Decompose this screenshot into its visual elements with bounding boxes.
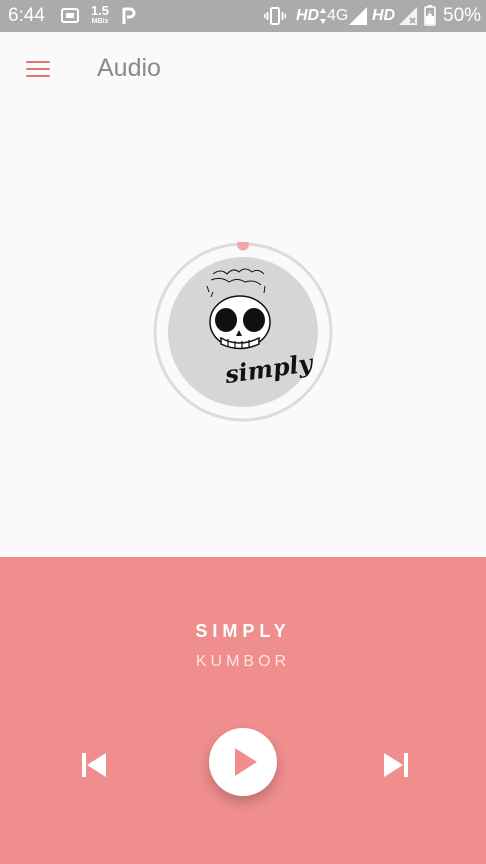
page-title: Audio xyxy=(97,54,161,82)
play-button[interactable] xyxy=(209,728,277,796)
track-artist: KUMBOR xyxy=(195,653,291,670)
previous-button[interactable] xyxy=(74,745,114,785)
parking-icon xyxy=(122,7,136,24)
player-panel: SIMPLY KUMBOR xyxy=(0,557,486,864)
hd-label-2: HD xyxy=(372,7,396,24)
network-type: 4G xyxy=(327,7,349,24)
skip-next-icon xyxy=(384,753,408,777)
status-time: 6:44 xyxy=(8,5,45,26)
progress-ring: simply xyxy=(153,238,333,422)
app-bar: Audio xyxy=(0,32,486,110)
network-speed-unit: MB/s xyxy=(91,18,109,25)
hd-label-1: HD xyxy=(296,7,320,24)
data-arrows-icon xyxy=(320,8,326,24)
screen-icon xyxy=(61,8,79,23)
play-icon xyxy=(235,748,257,776)
hamburger-menu-icon[interactable] xyxy=(18,50,58,90)
network-speed: 1.5 MB/s xyxy=(88,4,112,26)
battery-percent: 50% xyxy=(443,5,482,26)
status-bar: 6:44 1.5 MB/s HD 4G HD 50% xyxy=(0,0,486,32)
skip-previous-icon xyxy=(82,753,106,777)
track-title: SIMPLY xyxy=(195,621,291,641)
skull-drawing xyxy=(209,295,271,350)
progress-thumb[interactable] xyxy=(237,238,249,251)
battery-icon xyxy=(424,5,436,26)
vibrate-icon xyxy=(264,7,286,25)
network-speed-value: 1.5 xyxy=(90,3,110,18)
signal-icon xyxy=(349,7,367,25)
album-art-container: simply xyxy=(153,238,333,422)
signal-icon-2 xyxy=(399,7,417,25)
next-button[interactable] xyxy=(376,745,416,785)
